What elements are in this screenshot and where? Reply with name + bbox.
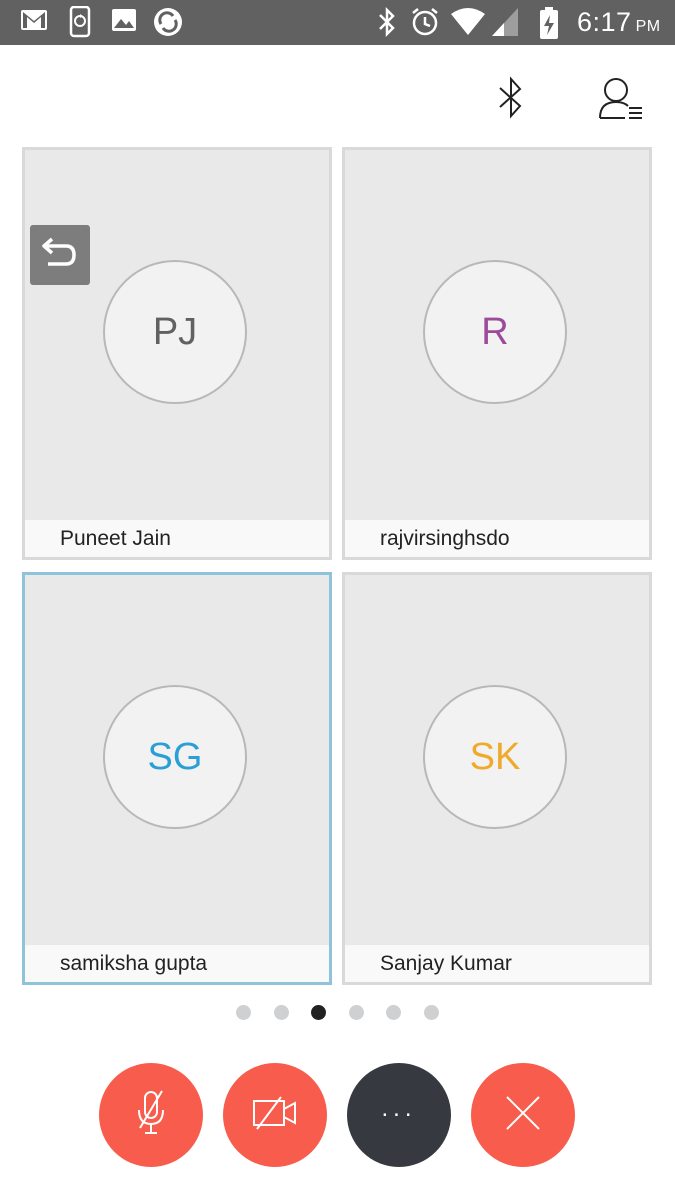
mute-mic-button[interactable] [99,1063,203,1167]
gmail-icon [20,6,48,34]
return-button[interactable] [30,225,90,285]
participant-tile-samiksha-gupta[interactable]: SG samiksha gupta [22,572,332,985]
avatar: R [423,260,567,404]
participant-name: Puneet Jain [60,526,171,550]
avatar-initials: PJ [152,310,198,353]
status-time: 6:17 PM [577,7,661,38]
time-ampm: PM [635,18,661,35]
page-dot[interactable] [386,1005,401,1020]
participant-name-bar: Sanjay Kumar [345,945,649,982]
participants-icon[interactable] [597,76,645,127]
return-arrow-icon [40,235,80,276]
participant-name: Sanjay Kumar [380,951,512,975]
close-icon [503,1093,543,1138]
bluetooth-icon [376,6,398,38]
mic-off-icon [131,1088,171,1143]
battery-charging-icon [538,6,560,40]
page-dot[interactable] [274,1005,289,1020]
time-value: 6:17 [577,7,632,37]
end-call-button[interactable] [471,1063,575,1167]
avatar: SG [103,685,247,829]
bluetooth-icon[interactable] [497,76,525,125]
avatar-initials: SK [469,735,521,778]
page-indicator [0,1005,675,1021]
avatar: PJ [103,260,247,404]
signal-icon [490,6,520,38]
page-dot[interactable] [349,1005,364,1020]
page-dot[interactable] [236,1005,251,1020]
gallery-icon [110,6,138,34]
more-options-button[interactable]: ... [347,1063,451,1167]
avatar: SK [423,685,567,829]
participant-tile-sanjay-kumar[interactable]: SK Sanjay Kumar [342,572,652,985]
stop-video-button[interactable] [223,1063,327,1167]
status-bar: 6:17 PM [0,0,675,45]
participant-name: rajvirsinghsdo [380,526,510,550]
phone-sync-icon [68,6,94,38]
participant-tile-puneet-jain[interactable]: PJ Puneet Jain [22,147,332,560]
participant-tile-rajvirsinghsdo[interactable]: R rajvirsinghsdo [342,147,652,560]
participant-name-bar: rajvirsinghsdo [345,520,649,557]
wifi-icon [450,6,486,38]
participant-name-bar: samiksha gupta [25,945,329,982]
page-dot-current[interactable] [311,1005,326,1020]
page-dot[interactable] [424,1005,439,1020]
avatar-initials: SG [147,735,203,778]
participant-name-bar: Puneet Jain [25,520,329,557]
video-off-icon [251,1093,299,1138]
avatar-initials: R [481,310,509,353]
sync-circle-icon [152,6,184,38]
alarm-icon [410,6,440,38]
participant-name: samiksha gupta [60,951,208,975]
more-icon: ... [381,1095,417,1122]
